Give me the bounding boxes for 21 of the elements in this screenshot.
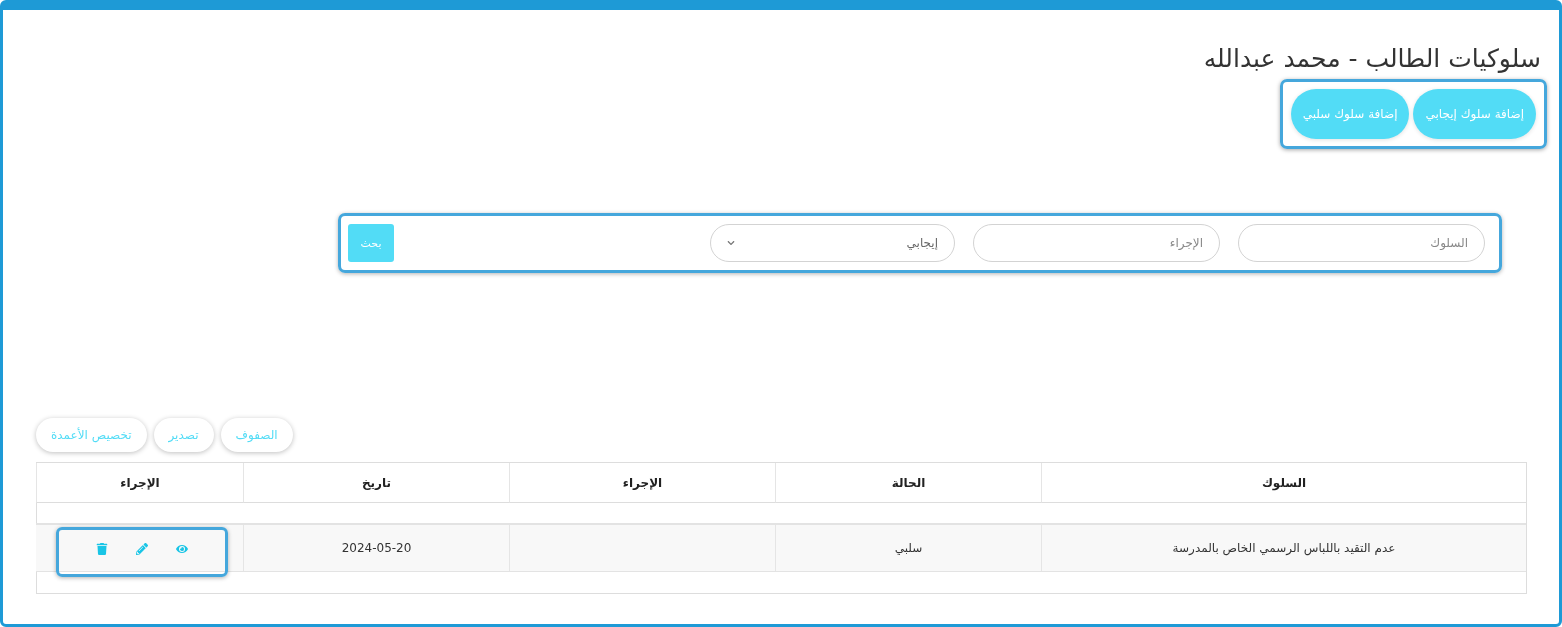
behavior-input-field[interactable]: السلوك [1238, 224, 1485, 262]
add-behavior-button[interactable]: إضافة سلوك إيجابي [1413, 89, 1536, 139]
eye-icon[interactable] [176, 543, 188, 555]
table-cell: عدم التقيد باللباس الرسمي الخاص بالمدرسة [1041, 525, 1526, 571]
column-header: السلوك [1041, 463, 1526, 503]
action-input-field[interactable]: الإجراء [973, 224, 1220, 262]
trash-icon[interactable] [96, 543, 108, 555]
pencil-icon[interactable] [136, 543, 148, 555]
column-header: الإجراء [36, 463, 243, 503]
search-button[interactable]: بحث [348, 224, 394, 262]
toolbar-button[interactable]: الصفوف [220, 418, 293, 452]
column-header: تاريخ [243, 463, 509, 503]
table-cell: سلبي [775, 525, 1041, 571]
table-cell: 2024-05-20 [243, 525, 509, 571]
toolbar-button[interactable]: تخصيص الأعمدة [36, 418, 147, 452]
column-header: الإجراء [509, 463, 775, 503]
toolbar-button[interactable]: تصدير [153, 418, 214, 452]
column-header: الحالة [775, 463, 1041, 503]
page-title: سلوكيات الطالب - محمد عبدالله [1203, 44, 1541, 73]
add-behavior-button[interactable]: إضافة سلوك سلبي [1290, 89, 1410, 139]
chevron-down-icon [727, 239, 735, 247]
